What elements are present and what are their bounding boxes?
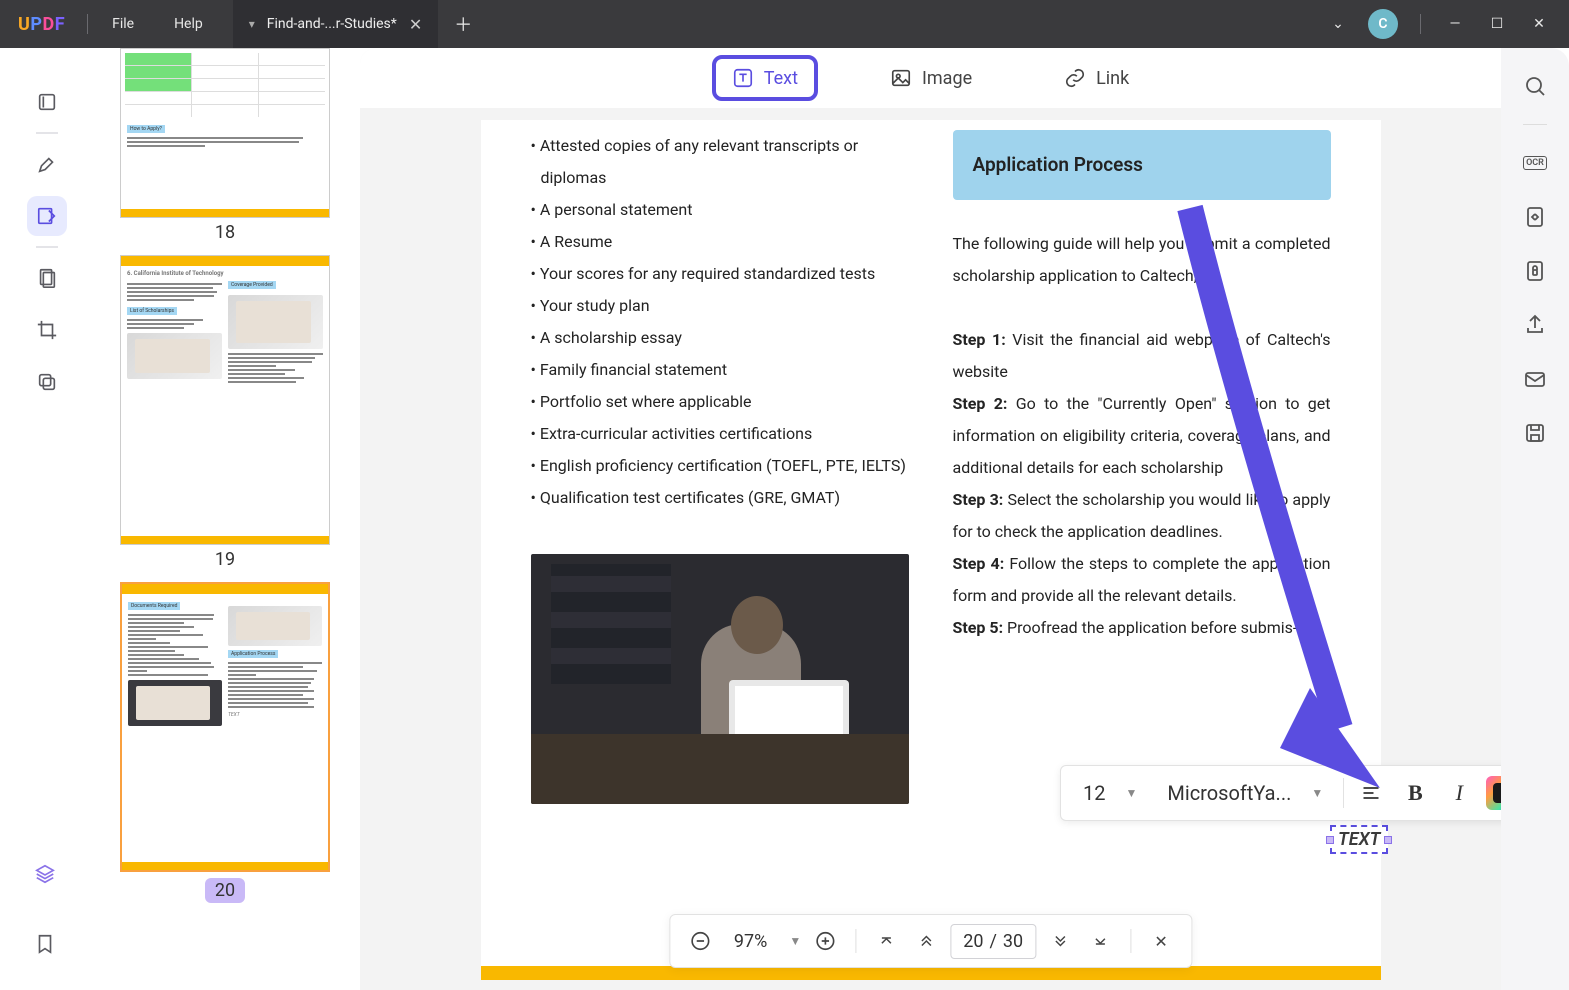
add-tab-button[interactable]: ＋ bbox=[438, 11, 488, 37]
step-3: Step 3: Select the scholarship you would… bbox=[953, 484, 1331, 548]
font-size-select[interactable]: 12 ▼ bbox=[1073, 781, 1147, 805]
bookmark-icon[interactable] bbox=[25, 924, 65, 964]
bullet-item: • A personal statement bbox=[531, 194, 909, 226]
first-page-button[interactable] bbox=[870, 925, 902, 957]
thumbnail-page-20[interactable]: Documents Required Application Process bbox=[102, 582, 348, 909]
thumbnail-page-19[interactable]: 6. California Institute of Technology Li… bbox=[102, 255, 348, 574]
bullet-item: • A Resume bbox=[531, 226, 909, 258]
dropdown-icon: ▼ bbox=[1125, 786, 1137, 800]
resize-handle-left[interactable] bbox=[1326, 836, 1334, 844]
app-logo: UPDF bbox=[0, 14, 83, 35]
document-image bbox=[531, 554, 909, 804]
window-titlebar: UPDF File Help ▾ Find-and-...r-Studies* … bbox=[0, 0, 1569, 48]
prev-page-button[interactable] bbox=[910, 925, 942, 957]
image-tool-button[interactable]: Image bbox=[874, 59, 988, 97]
layers-icon[interactable] bbox=[25, 854, 65, 894]
tab-dropdown-icon[interactable]: ▾ bbox=[249, 17, 255, 31]
bullet-item: • Your scores for any required standardi… bbox=[531, 258, 909, 290]
editing-text-content[interactable]: TEXT bbox=[1338, 829, 1380, 850]
right-column: Application Process The following guide … bbox=[953, 130, 1331, 804]
highlighter-icon[interactable] bbox=[27, 144, 67, 184]
document-area: Text Image Link • Attested copies of any… bbox=[360, 48, 1501, 990]
protect-icon[interactable] bbox=[1515, 251, 1555, 291]
tab-title: Find-and-...r-Studies* bbox=[267, 16, 397, 32]
link-tool-button[interactable]: Link bbox=[1048, 59, 1145, 97]
window-close-button[interactable]: ✕ bbox=[1527, 12, 1551, 36]
tab-close-icon[interactable]: ✕ bbox=[409, 15, 422, 34]
bullet-item: • Attested copies of any relevant transc… bbox=[531, 130, 909, 194]
menu-file[interactable]: File bbox=[92, 16, 154, 32]
left-tool-rail bbox=[0, 48, 90, 990]
bullet-item: • Portfolio set where applicable bbox=[531, 386, 909, 418]
pages-icon[interactable] bbox=[27, 258, 67, 298]
thumbnails-panel: How to Apply? 18 6. California Institute… bbox=[90, 48, 360, 990]
next-page-button[interactable] bbox=[1044, 925, 1076, 957]
save-icon[interactable] bbox=[1515, 413, 1555, 453]
section-heading: Application Process bbox=[953, 130, 1331, 200]
bullet-item: • Extra-curricular activities certificat… bbox=[531, 418, 909, 450]
step-1: Step 1: Visit the financial aid webpage … bbox=[953, 324, 1331, 388]
zoom-in-button[interactable] bbox=[809, 925, 841, 957]
step-4: Step 4: Follow the steps to complete the… bbox=[953, 548, 1331, 612]
italic-button[interactable]: I bbox=[1442, 776, 1476, 810]
dropdown-icon: ▼ bbox=[789, 934, 801, 948]
bullet-item: • Qualification test certificates (GRE, … bbox=[531, 482, 909, 514]
image-tool-label: Image bbox=[922, 68, 972, 89]
step-5: Step 5: Proofread the application before… bbox=[953, 612, 1331, 644]
reader-icon[interactable] bbox=[27, 82, 67, 122]
bullet-item: • English proficiency certification (TOE… bbox=[531, 450, 909, 482]
thumbnail-label-current: 20 bbox=[205, 878, 245, 903]
dropdown-icon: ▼ bbox=[1311, 786, 1323, 800]
zoom-level-select[interactable]: 97% ▼ bbox=[724, 931, 801, 952]
window-minimize-button[interactable]: — bbox=[1443, 12, 1467, 36]
align-left-button[interactable] bbox=[1354, 776, 1388, 810]
right-tool-rail: OCR bbox=[1501, 48, 1569, 990]
edit-text-icon[interactable] bbox=[27, 196, 67, 236]
text-edit-box[interactable]: TEXT bbox=[1330, 825, 1388, 854]
thumbnail-page-18[interactable]: How to Apply? 18 bbox=[102, 48, 348, 247]
color-picker-button[interactable]: ⌄ bbox=[1486, 776, 1501, 810]
close-pager-button[interactable]: ✕ bbox=[1145, 925, 1177, 957]
crop-icon[interactable] bbox=[27, 310, 67, 350]
share-icon[interactable] bbox=[1515, 305, 1555, 345]
mail-icon[interactable] bbox=[1515, 359, 1555, 399]
stamp-icon[interactable] bbox=[27, 362, 67, 402]
link-tool-label: Link bbox=[1096, 68, 1129, 89]
bold-button[interactable]: B bbox=[1398, 776, 1432, 810]
text-tool-label: Text bbox=[764, 68, 798, 89]
window-maximize-button[interactable]: ☐ bbox=[1485, 12, 1509, 36]
page-navigator: 97% ▼ 20 / 30 ✕ bbox=[669, 914, 1192, 968]
edit-toolbar: Text Image Link bbox=[360, 48, 1501, 108]
thumbnail-label: 19 bbox=[102, 545, 348, 574]
bullet-item: • A scholarship essay bbox=[531, 322, 909, 354]
convert-icon[interactable] bbox=[1515, 197, 1555, 237]
bullet-item: • Family financial statement bbox=[531, 354, 909, 386]
ocr-icon[interactable]: OCR bbox=[1515, 143, 1555, 183]
bullet-item: • Your study plan bbox=[531, 290, 909, 322]
font-family-select[interactable]: MicrosoftYa... ▼ bbox=[1157, 781, 1333, 805]
document-page[interactable]: • Attested copies of any relevant transc… bbox=[481, 120, 1381, 980]
menu-help[interactable]: Help bbox=[154, 16, 223, 32]
step-2: Step 2: Go to the "Currently Open" secti… bbox=[953, 388, 1331, 484]
intro-text: The following guide will help you submit… bbox=[953, 228, 1331, 292]
thumbnail-label: 18 bbox=[102, 218, 348, 247]
left-column: • Attested copies of any relevant transc… bbox=[531, 130, 909, 804]
chevron-down-icon[interactable]: ⌄ bbox=[1326, 12, 1350, 36]
last-page-button[interactable] bbox=[1084, 925, 1116, 957]
text-tool-button[interactable]: Text bbox=[716, 59, 814, 97]
divider bbox=[87, 14, 88, 34]
zoom-out-button[interactable] bbox=[684, 925, 716, 957]
page-number-input[interactable]: 20 / 30 bbox=[950, 924, 1036, 959]
search-icon[interactable] bbox=[1515, 66, 1555, 106]
divider bbox=[1420, 14, 1421, 34]
resize-handle-right[interactable] bbox=[1384, 836, 1392, 844]
text-format-toolbar: 12 ▼ MicrosoftYa... ▼ B I ⌄ bbox=[1060, 765, 1501, 821]
user-avatar[interactable]: C bbox=[1368, 9, 1398, 39]
document-tab[interactable]: ▾ Find-and-...r-Studies* ✕ bbox=[233, 0, 438, 48]
